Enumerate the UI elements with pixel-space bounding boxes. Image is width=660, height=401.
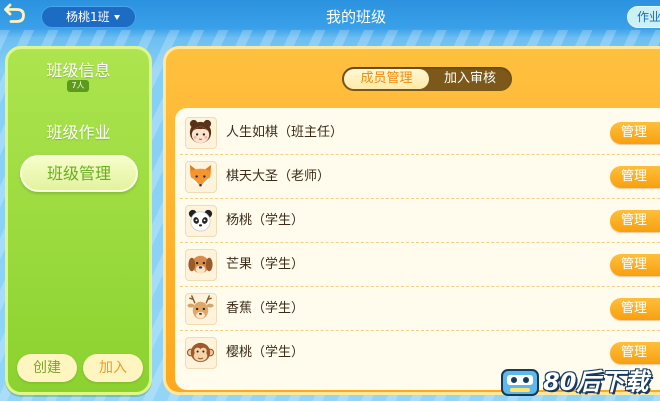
create-class-button[interactable]: 创建 — [17, 354, 77, 382]
member-row: 香蕉（学生） 管理 — [180, 287, 660, 331]
manage-member-button[interactable]: 管理 — [610, 254, 660, 276]
class-selector-label: 杨桃1班 — [66, 10, 110, 24]
manage-member-button[interactable]: 管理 — [610, 122, 660, 144]
tab-member-management[interactable]: 成员管理 — [344, 69, 429, 89]
sidebar-item-class-management[interactable]: 班级管理 — [20, 155, 138, 192]
dog-avatar-icon — [185, 249, 217, 281]
member-name: 香蕉（学生） — [226, 301, 305, 316]
panda-avatar-icon — [185, 205, 217, 237]
tab-join-review[interactable]: 加入审核 — [430, 69, 510, 89]
homework-button[interactable]: 作业 — [627, 6, 660, 28]
deer-avatar-icon — [185, 293, 217, 325]
page-title: 我的班级 — [325, 8, 386, 26]
fox-avatar-icon — [185, 161, 217, 193]
sidebar: 班级信息 7人 班级作业 班级管理 创建 加入 — [5, 46, 152, 395]
manage-member-button[interactable]: 管理 — [610, 342, 660, 364]
manage-member-button[interactable]: 管理 — [610, 166, 660, 188]
member-name: 人生如棋（班主任） — [226, 125, 344, 140]
caret-down-icon — [114, 15, 120, 20]
back-button[interactable] — [2, 2, 28, 26]
logo-icon — [500, 367, 540, 398]
member-row: 芒果（学生） 管理 — [180, 243, 660, 287]
manage-member-button[interactable]: 管理 — [610, 210, 660, 232]
join-class-button[interactable]: 加入 — [83, 354, 143, 382]
member-name: 芒果（学生） — [226, 257, 305, 272]
back-arrow-icon — [4, 3, 25, 23]
sidebar-item-class-info[interactable]: 班级信息 — [8, 61, 149, 81]
member-tabs: 成员管理 加入审核 — [342, 67, 512, 91]
monkey-avatar-icon — [185, 337, 217, 369]
manage-member-button[interactable]: 管理 — [610, 298, 660, 320]
watermark-text: 80后下载 — [543, 368, 649, 396]
members-panel: 成员管理 加入审核 人生如棋（班主任） 管理 棋天大圣（老师） 管理 杨桃（学生… — [163, 46, 660, 395]
member-name: 杨桃（学生） — [226, 213, 305, 228]
sidebar-item-class-homework[interactable]: 班级作业 — [8, 123, 149, 143]
member-name: 樱桃（学生） — [226, 345, 305, 360]
girl-avatar-icon — [185, 117, 217, 149]
member-row: 棋天大圣（老师） 管理 — [180, 155, 660, 199]
member-row: 杨桃（学生） 管理 — [180, 199, 660, 243]
member-list: 人生如棋（班主任） 管理 棋天大圣（老师） 管理 杨桃（学生） 管理 芒果（学生… — [175, 108, 660, 390]
member-name: 棋天大圣（老师） — [226, 169, 331, 184]
class-selector-dropdown[interactable]: 杨桃1班 — [41, 6, 136, 28]
member-row: 人生如棋（班主任） 管理 — [180, 111, 660, 155]
member-count-badge: 7人 — [67, 80, 89, 92]
